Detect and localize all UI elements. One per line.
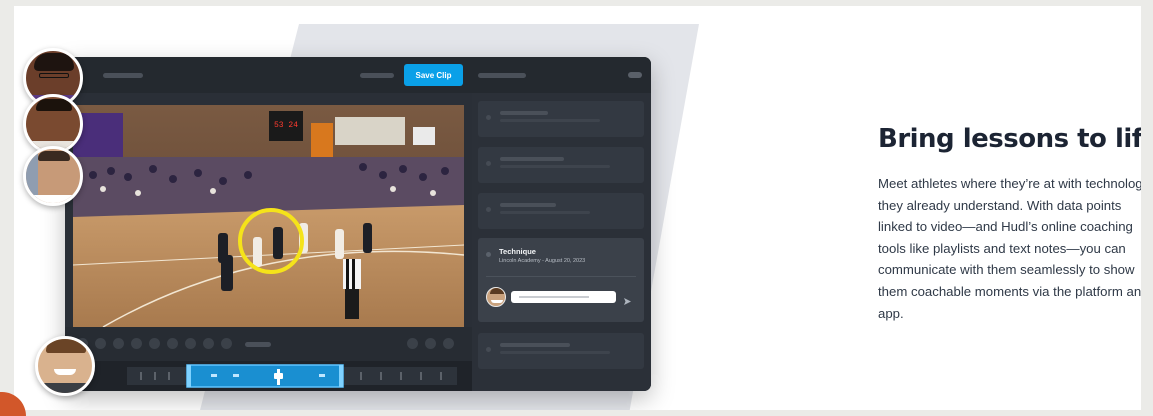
playback-controls bbox=[65, 327, 472, 361]
notes-panel: Technique Lincoln Academy - August 20, 2… bbox=[472, 93, 651, 391]
control-button[interactable] bbox=[131, 338, 142, 349]
feature-card: Save Clip 53 24 Technique Lincoln Academ… bbox=[14, 6, 1141, 410]
note-bullet bbox=[486, 252, 491, 257]
list-item[interactable] bbox=[478, 147, 644, 183]
basketball-video-frame: 53 24 bbox=[73, 105, 464, 327]
list-item[interactable] bbox=[478, 101, 644, 137]
control-button[interactable] bbox=[407, 338, 418, 349]
toolbar-placeholder bbox=[478, 73, 526, 78]
coach-avatar bbox=[35, 336, 95, 396]
control-button[interactable] bbox=[113, 338, 124, 349]
control-button[interactable] bbox=[203, 338, 214, 349]
feature-headline: Bring lessons to life. bbox=[878, 124, 1141, 154]
feature-description: Meet athletes where they’re at with tech… bbox=[878, 176, 1141, 321]
control-button[interactable] bbox=[149, 338, 160, 349]
divider bbox=[486, 276, 636, 277]
list-item[interactable] bbox=[478, 333, 644, 369]
note-card-technique[interactable]: Technique Lincoln Academy - August 20, 2… bbox=[478, 238, 644, 322]
control-button[interactable] bbox=[185, 338, 196, 349]
control-button[interactable] bbox=[221, 338, 232, 349]
note-comment-input[interactable] bbox=[511, 291, 616, 303]
save-clip-button[interactable]: Save Clip bbox=[404, 64, 463, 86]
control-button[interactable] bbox=[443, 338, 454, 349]
note-title: Technique bbox=[499, 247, 536, 256]
video-app-window: Save Clip 53 24 Technique Lincoln Academ… bbox=[65, 57, 651, 391]
video-player[interactable]: 53 24 bbox=[73, 105, 464, 327]
scoreboard-text: 53 24 bbox=[274, 121, 298, 130]
control-placeholder bbox=[245, 342, 271, 347]
note-meta: Lincoln Academy - August 20, 2023 bbox=[499, 258, 586, 264]
clip-timeline[interactable] bbox=[65, 361, 472, 391]
athlete-avatar bbox=[23, 146, 83, 206]
send-icon[interactable] bbox=[623, 293, 632, 305]
app-toolbar: Save Clip bbox=[65, 57, 651, 93]
toolbar-placeholder bbox=[103, 73, 143, 78]
control-button[interactable] bbox=[425, 338, 436, 349]
control-button[interactable] bbox=[95, 338, 106, 349]
toolbar-menu[interactable] bbox=[628, 72, 642, 78]
timeline-track bbox=[127, 364, 457, 388]
control-button[interactable] bbox=[167, 338, 178, 349]
list-item[interactable] bbox=[478, 193, 644, 229]
avatar bbox=[486, 287, 506, 307]
toolbar-placeholder bbox=[360, 73, 394, 78]
athlete-avatar bbox=[23, 94, 83, 154]
